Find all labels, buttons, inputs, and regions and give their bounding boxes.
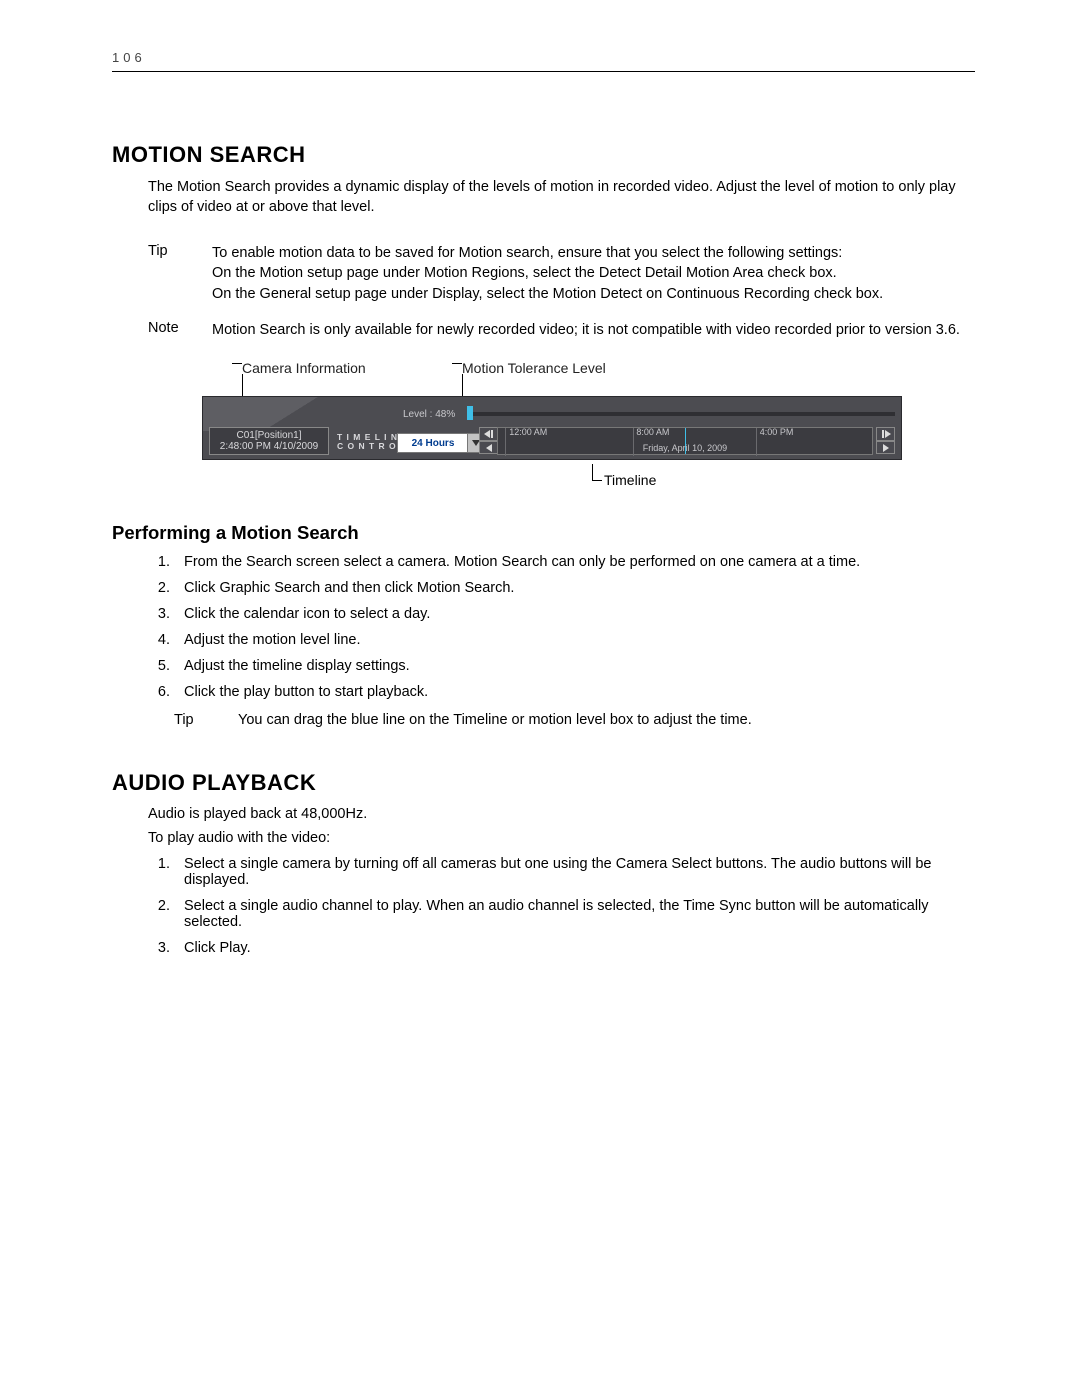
tip-label: Tip <box>148 243 212 304</box>
tip-line: On the General setup page under Display,… <box>212 284 975 304</box>
timeline-tick: 8:00 AM <box>636 427 669 437</box>
timeline-tick: 12:00 AM <box>509 427 547 437</box>
tip-line: To enable motion data to be saved for Mo… <box>212 243 975 263</box>
camera-name: C01[Position1] <box>236 430 301 441</box>
tip-body: To enable motion data to be saved for Mo… <box>212 243 975 304</box>
level-track[interactable] <box>467 412 895 416</box>
timeline-range-select[interactable]: 24 Hours <box>397 433 469 453</box>
list-item: Click Play. <box>174 940 975 956</box>
step-back-minor-icon[interactable] <box>479 441 498 455</box>
list-item: Click Graphic Search and then click Moti… <box>174 580 975 596</box>
timeline-date: Friday, April 10, 2009 <box>643 443 727 453</box>
audio-line: To play audio with the video: <box>148 830 975 846</box>
heading-performing-motion-search: Performing a Motion Search <box>112 522 975 544</box>
list-item: Select a single camera by turning off al… <box>174 856 975 888</box>
timeline-step-back-group <box>479 427 498 454</box>
level-slider-handle[interactable] <box>467 406 473 420</box>
timeline-track[interactable]: 12:00 AM 8:00 AM 4:00 PM Friday, April 1… <box>497 427 873 455</box>
callout-camera-info: Camera Information <box>242 356 442 396</box>
list-item: Click the calendar icon to select a day. <box>174 606 975 622</box>
motion-diagram: Camera Information Motion Tolerance Leve… <box>202 356 902 492</box>
note-body: Motion Search is only available for newl… <box>212 320 975 340</box>
list-item: Click the play button to start playback. <box>174 684 975 700</box>
audio-line: Audio is played back at 48,000Hz. <box>148 806 975 822</box>
tip-line: On the Motion setup page under Motion Re… <box>212 263 975 283</box>
step-back-major-icon[interactable] <box>479 427 498 441</box>
motion-tip-block: Tip To enable motion data to be saved fo… <box>148 243 975 304</box>
list-item: Adjust the timeline display settings. <box>174 658 975 674</box>
camera-timestamp: 2:48:00 PM 4/10/2009 <box>220 441 318 452</box>
step-fwd-major-icon[interactable] <box>876 427 895 441</box>
level-label: Level : 48% <box>403 409 455 420</box>
page-number: 106 <box>112 50 975 72</box>
timeline-panel: C01[Position1] 2:48:00 PM 4/10/2009 T I … <box>202 396 902 460</box>
heading-audio-playback: AUDIO PLAYBACK <box>112 770 975 796</box>
note-label: Note <box>148 320 212 340</box>
timeline-tick: 4:00 PM <box>760 427 794 437</box>
list-item: From the Search screen select a camera. … <box>174 554 975 570</box>
step-fwd-minor-icon[interactable] <box>876 441 895 455</box>
performing-steps: From the Search screen select a camera. … <box>148 554 975 700</box>
motion-note-block: Note Motion Search is only available for… <box>148 320 975 340</box>
tip-label: Tip <box>174 712 238 728</box>
motion-level-bar[interactable]: Level : 48% <box>403 406 895 422</box>
timeline-step-fwd-group <box>876 427 895 454</box>
callout-timeline: Timeline <box>202 464 902 492</box>
list-item: Adjust the motion level line. <box>174 632 975 648</box>
motion-search-intro: The Motion Search provides a dynamic dis… <box>148 178 975 217</box>
camera-info-box: C01[Position1] 2:48:00 PM 4/10/2009 <box>209 427 329 455</box>
audio-steps: Select a single camera by turning off al… <box>148 856 975 956</box>
callout-motion-tolerance: Motion Tolerance Level <box>462 356 606 396</box>
heading-motion-search: MOTION SEARCH <box>112 142 975 168</box>
list-item: Select a single audio channel to play. W… <box>174 898 975 930</box>
performing-tip: Tip You can drag the blue line on the Ti… <box>174 712 975 728</box>
tip-body: You can drag the blue line on the Timeli… <box>238 712 975 728</box>
